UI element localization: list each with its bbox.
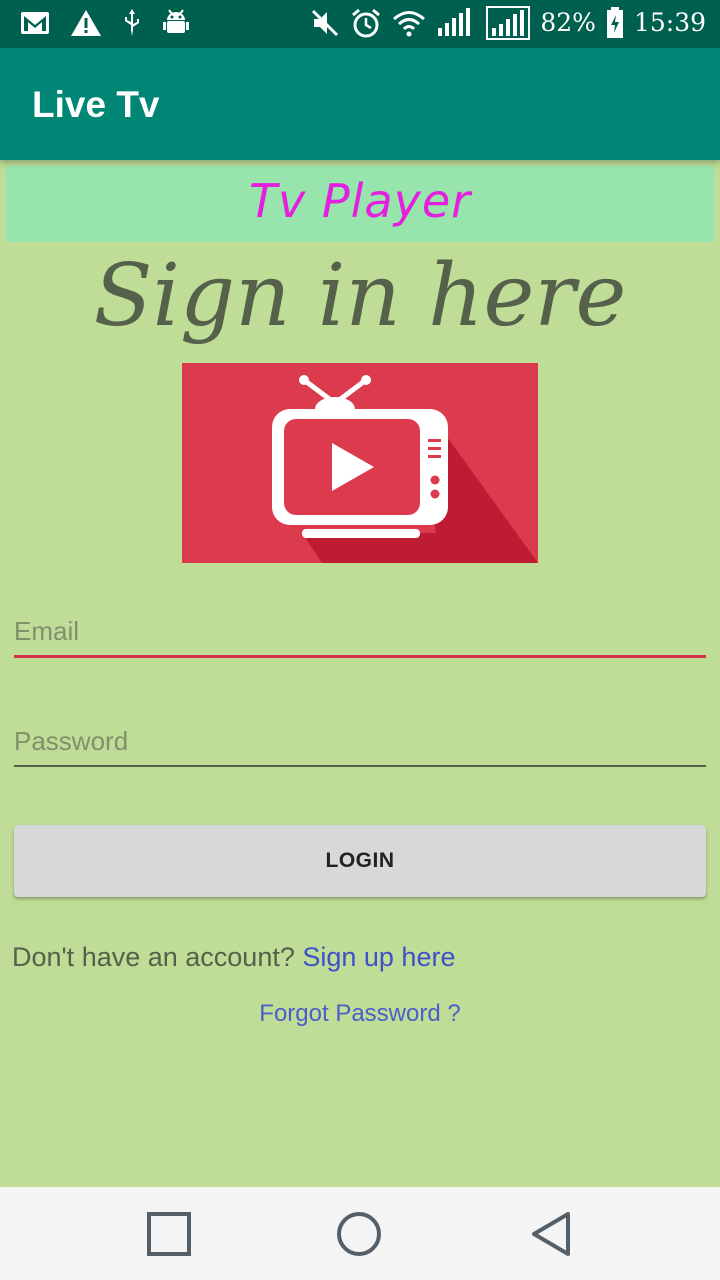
back-triangle-icon[interactable] — [526, 1209, 576, 1259]
login-button[interactable]: LOGIN — [14, 825, 706, 897]
gmail-icon — [20, 11, 50, 35]
recents-square-icon[interactable] — [144, 1209, 194, 1259]
android-debug-icon — [162, 8, 190, 38]
warning-icon — [70, 9, 102, 37]
wifi-icon — [392, 9, 426, 37]
forgot-password-link[interactable]: Forgot Password ? — [0, 1000, 720, 1028]
status-bar: 82% 15:39 — [0, 0, 720, 48]
app-bar: Live Tv — [0, 48, 720, 160]
mute-icon — [310, 8, 340, 38]
email-underline — [14, 655, 706, 658]
email-field-container — [14, 616, 706, 660]
battery-percent: 82% — [540, 8, 596, 37]
navigation-bar — [0, 1187, 720, 1280]
password-field-container — [14, 726, 706, 770]
password-input[interactable] — [14, 726, 706, 757]
tv-play-logo — [182, 363, 538, 563]
battery-icon — [606, 7, 624, 39]
banner-text: Tv Player — [248, 174, 472, 228]
alarm-icon — [350, 7, 382, 39]
email-input[interactable] — [14, 616, 706, 647]
signup-row: Don't have an account? Sign up here — [12, 942, 455, 973]
password-underline — [14, 765, 706, 767]
usb-icon — [122, 8, 142, 38]
home-circle-icon[interactable] — [334, 1209, 384, 1259]
signin-heading: Sign in here — [93, 246, 627, 346]
signal-2-icon — [486, 6, 531, 40]
signup-prompt: Don't have an account? — [12, 942, 303, 972]
app-title: Live Tv — [32, 84, 160, 125]
signup-link[interactable]: Sign up here — [302, 942, 455, 972]
signal-icon — [436, 8, 476, 38]
clock: 15:39 — [633, 8, 706, 37]
tv-player-banner: Tv Player — [6, 166, 714, 242]
